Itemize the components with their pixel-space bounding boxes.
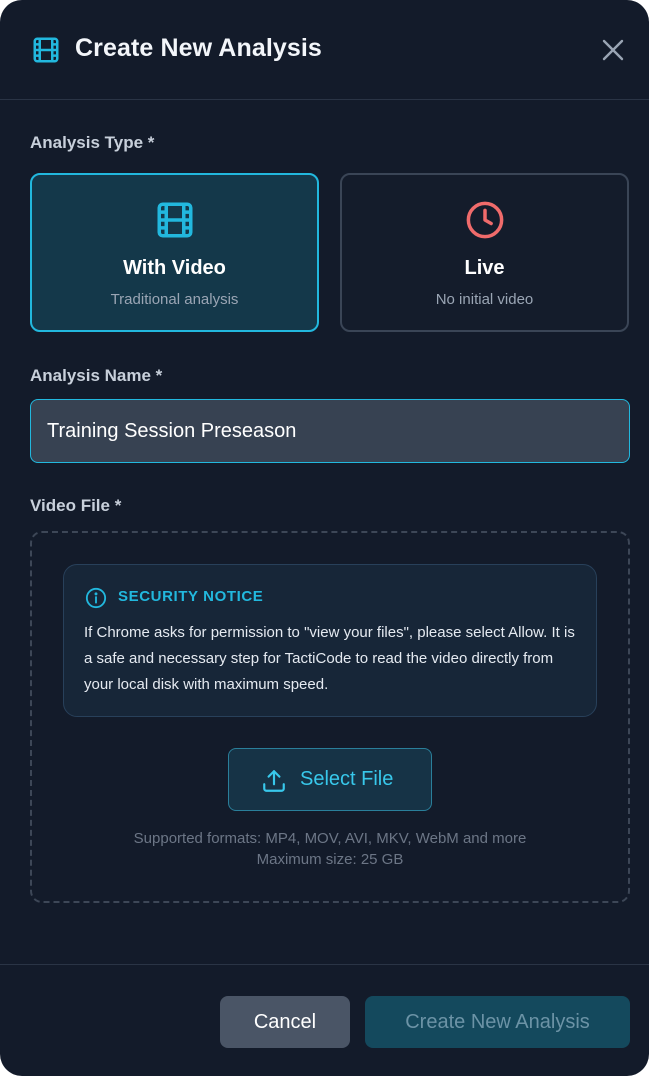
type-option-subtitle: No initial video xyxy=(435,291,534,308)
select-file-button[interactable]: Select File xyxy=(228,748,432,811)
type-option-subtitle: Traditional analysis xyxy=(110,291,239,308)
create-analysis-modal: Create New Analysis Analysis Type * With… xyxy=(0,0,649,1076)
notice-title: SECURITY NOTICE xyxy=(118,588,264,605)
film-icon xyxy=(157,202,192,238)
modal-header: Create New Analysis xyxy=(0,0,649,100)
analysis-type-label: Analysis Type * xyxy=(30,133,155,152)
notice-text: If Chrome asks for permission to "view y… xyxy=(84,624,575,693)
cancel-button[interactable]: Cancel xyxy=(220,996,350,1048)
type-option-title: With Video xyxy=(123,257,226,279)
film-icon xyxy=(33,37,59,63)
upload-icon xyxy=(263,770,285,792)
type-option-with-video[interactable]: With Video Traditional analysis xyxy=(30,173,319,332)
analysis-name-input[interactable] xyxy=(30,399,630,463)
create-analysis-button[interactable]: Create New Analysis xyxy=(365,996,630,1048)
formats-line: Supported formats: MP4, MOV, AVI, MKV, W… xyxy=(133,830,527,847)
supported-formats: Supported formats: MP4, MOV, AVI, MKV, W… xyxy=(30,828,630,870)
video-file-label: Video File * xyxy=(30,496,122,515)
type-option-live[interactable]: Live No initial video xyxy=(340,173,629,332)
analysis-name-label: Analysis Name * xyxy=(30,366,163,385)
modal-title: Create New Analysis xyxy=(75,34,322,62)
security-notice: SECURITY NOTICE If Chrome asks for permi… xyxy=(63,564,597,717)
clock-icon xyxy=(466,201,503,239)
type-option-title: Live xyxy=(464,257,505,279)
max-size-line: Maximum size: 25 GB xyxy=(256,851,404,868)
info-icon xyxy=(85,587,107,609)
close-icon[interactable] xyxy=(597,34,629,66)
select-file-label: Select File xyxy=(300,768,394,790)
